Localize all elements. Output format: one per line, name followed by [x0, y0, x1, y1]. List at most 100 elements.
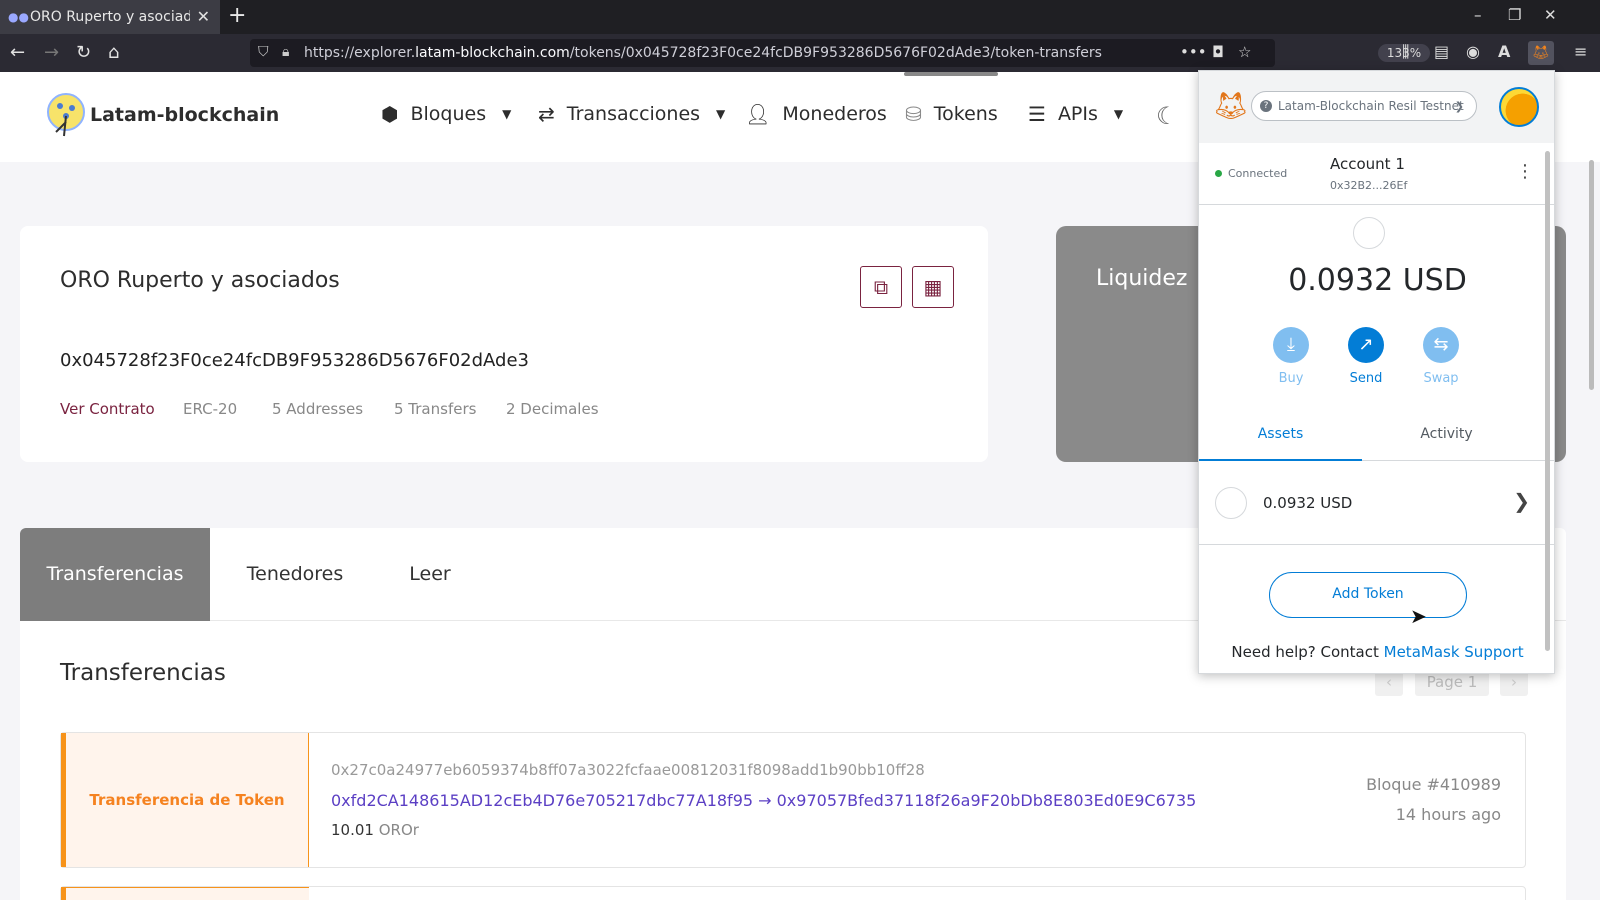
add-token-button[interactable]: Add Token — [1269, 572, 1467, 618]
download-icon: ⤓ — [1273, 327, 1309, 363]
nav-tokens-label: Tokens — [933, 103, 998, 125]
forward-icon[interactable]: → — [44, 42, 59, 63]
url-host: latam-blockchain.com — [415, 45, 570, 61]
tab-read[interactable]: Leer — [390, 528, 470, 621]
coins-icon: ⛁ — [905, 102, 922, 126]
transfer-amount-value: 10.01 — [331, 821, 374, 839]
hamburger-menu-icon[interactable]: ≡ — [1574, 42, 1587, 61]
tab-assets[interactable]: Assets — [1199, 411, 1362, 461]
browser-tab-active[interactable]: ●● ORO Ruperto y asociados ✕ — [0, 0, 220, 34]
metamask-tabs: Assets Activity — [1199, 411, 1554, 461]
brand-name[interactable]: Latam-blockchain — [90, 104, 279, 126]
nav-tokens[interactable]: ⛁ Tokens — [905, 102, 998, 126]
token-address: 0x045728f23F0ce24fcDB9F953286D5676F02dAd… — [60, 350, 530, 371]
asset-identicon — [1215, 487, 1247, 519]
new-tab-icon[interactable]: + — [228, 3, 246, 28]
bookmark-star-icon[interactable]: ☆ — [1238, 43, 1251, 61]
lock-icon[interactable]: 🔒︎ — [282, 44, 289, 60]
liquidity-title: Liquidez — [1096, 266, 1188, 291]
close-window-icon[interactable]: ✕ — [1544, 6, 1557, 24]
reload-icon[interactable]: ↻ — [76, 42, 91, 63]
chevron-down-icon: ▼ — [1113, 107, 1124, 121]
help-text: Need help? Contact MetaMask Support — [1199, 643, 1554, 661]
copy-address-button[interactable]: ⧉ — [860, 266, 902, 308]
chevron-down-icon: ▼ — [716, 107, 726, 121]
sliders-icon: ☰ — [1028, 102, 1046, 126]
page-scrollbar[interactable] — [1589, 160, 1594, 390]
buy-button[interactable]: ⤓ Buy — [1261, 327, 1321, 386]
minimize-icon[interactable]: – — [1474, 6, 1482, 24]
connected-dot-icon — [1215, 170, 1222, 177]
nav-blocks[interactable]: ⬢ Bloques ▼ — [381, 102, 511, 126]
transfer-amount-unit: OROr — [378, 821, 419, 839]
metamask-fox-icon[interactable]: 🦊︎ — [1213, 89, 1249, 123]
swap-label: Swap — [1423, 371, 1459, 386]
account-balance: 0.0932 USD — [1288, 263, 1467, 298]
chevron-right-icon: ❯ — [1513, 489, 1530, 513]
user-icon: 👤︎ — [745, 102, 771, 126]
transfer-row: Transferencia de Token 0x27c0a24977eb605… — [60, 732, 1526, 868]
transfer-amount: 10.01 OROr — [331, 821, 419, 839]
close-tab-icon[interactable]: ✕ — [197, 7, 210, 26]
account-options-icon[interactable]: ⋮ — [1516, 161, 1534, 182]
nav-apis-label: APIs — [1057, 103, 1098, 125]
transfers-title: Transferencias — [60, 660, 226, 686]
metamask-scrollbar[interactable] — [1545, 151, 1550, 651]
network-name: Latam-Blockchain Resil Testnet — [1278, 99, 1464, 113]
active-nav-indicator — [904, 72, 998, 76]
restore-icon[interactable]: ❐ — [1508, 6, 1521, 24]
sidebar-icon[interactable]: ▤ — [1434, 42, 1449, 61]
account-address[interactable]: 0x32B2...26Ef — [1330, 179, 1407, 192]
nav-transactions-label: Transacciones — [566, 103, 701, 125]
pocket-icon[interactable]: ◘ — [1212, 43, 1224, 61]
tab-activity[interactable]: Activity — [1365, 411, 1528, 461]
connection-status[interactable]: Connected — [1215, 167, 1287, 180]
transfer-addresses-link[interactable]: 0xfd2CA148615AD12cEb4D76e705217dbc77A18f… — [331, 791, 1196, 810]
metamask-popup: 🦊︎ ? Latam-Blockchain Resil Testnet ❯ Co… — [1198, 70, 1555, 674]
browser-nav-bar: ← → ↻ ⌂ ⛉ 🔒︎ https://explorer. latam-bloc… — [0, 34, 1600, 72]
home-icon[interactable]: ⌂ — [108, 42, 119, 63]
url-prefix: https://explorer. — [304, 45, 416, 61]
favicon-icon: ●● — [8, 10, 29, 24]
browser-tab-bar: ●● ORO Ruperto y asociados ✕ + – ❐ ✕ — [0, 0, 1600, 34]
nav-wallets[interactable]: 👤︎ Monederos — [745, 102, 887, 126]
send-arrow-icon: ↗ — [1348, 327, 1384, 363]
latam-blockchain-logo[interactable] — [42, 92, 88, 138]
token-name: ORO Ruperto y asociados — [60, 268, 340, 293]
font-extension-icon[interactable]: A — [1498, 42, 1510, 61]
nav-apis[interactable]: ☰ APIs ▼ — [1028, 102, 1123, 126]
more-actions-icon[interactable]: ••• — [1180, 43, 1207, 61]
library-icon[interactable]: ⫼ — [1402, 42, 1409, 62]
url-path: /tokens/0x045728f23F0ce24fcDB9F953286D56… — [569, 45, 1102, 61]
send-button[interactable]: ↗ Send — [1336, 327, 1396, 386]
account-bar: Connected Account 1 0x32B2...26Ef ⋮ — [1199, 143, 1554, 205]
asset-row[interactable]: 0.0932 USD ❯ — [1199, 463, 1554, 545]
transfer-type: Transferencia de Token — [61, 733, 309, 867]
shield-icon[interactable]: ⛉ — [258, 44, 269, 60]
asset-value: 0.0932 USD — [1263, 494, 1353, 512]
tab-transfers[interactable]: Transferencias — [20, 528, 210, 621]
qr-code-button[interactable]: ▦ — [912, 266, 954, 308]
network-selector[interactable]: ? Latam-Blockchain Resil Testnet ❯ — [1251, 91, 1477, 121]
token-transfers-count: 5 Transfers — [394, 400, 477, 418]
transaction-hash-link[interactable]: 0x27c0a24977eb6059374b8ff07a3022fcfaae00… — [331, 761, 925, 779]
nav-wallets-label: Monederos — [782, 103, 887, 125]
token-decimals: 2 Decimales — [506, 400, 599, 418]
tab-title: ORO Ruperto y asociados — [30, 9, 190, 25]
url-bar[interactable]: ⛉ 🔒︎ https://explorer. latam-blockchain.c… — [250, 39, 1430, 67]
account-name[interactable]: Account 1 — [1330, 155, 1405, 173]
account-icon[interactable]: ◉ — [1466, 42, 1480, 61]
metamask-support-link[interactable]: MetaMask Support — [1384, 643, 1524, 661]
block-number-link[interactable]: Bloque #410989 — [1366, 775, 1501, 794]
back-icon[interactable]: ← — [10, 42, 25, 63]
token-addresses-count: 5 Addresses — [272, 400, 364, 418]
token-standard: ERC-20 — [183, 400, 238, 418]
nav-transactions[interactable]: ⇄ Transacciones ▼ — [538, 102, 725, 126]
view-contract-link[interactable]: Ver Contrato — [60, 400, 155, 418]
send-label: Send — [1349, 371, 1383, 386]
metamask-extension-icon[interactable]: 🦊︎ — [1528, 41, 1554, 65]
tab-holders[interactable]: Tenedores — [230, 528, 360, 621]
dark-mode-moon-icon[interactable]: ☾ — [1156, 102, 1178, 130]
swap-button[interactable]: ⇆ Swap — [1411, 327, 1471, 386]
account-avatar[interactable] — [1499, 87, 1539, 127]
